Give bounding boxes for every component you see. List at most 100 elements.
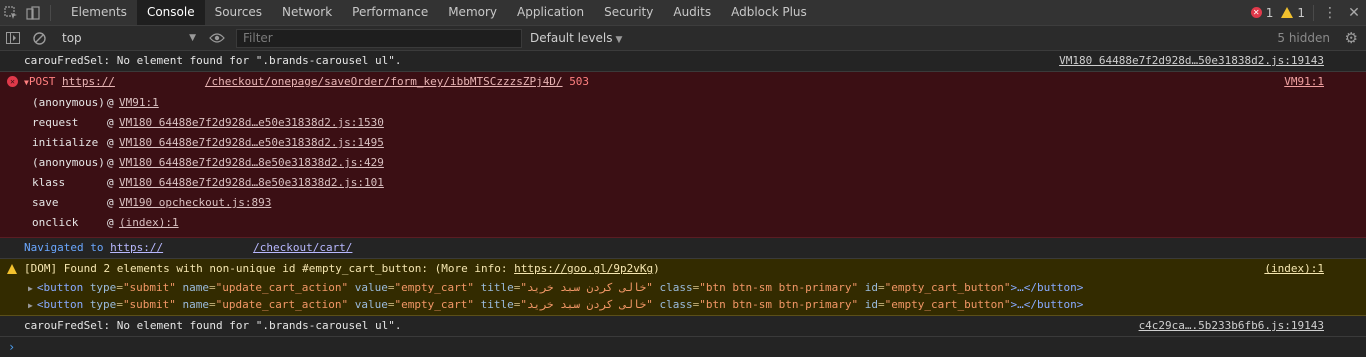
dropdown-caret-icon: ▼: [189, 33, 196, 43]
navigation-message: Navigated to https:// /checkout/cart/: [0, 238, 1366, 259]
attr-name: id: [864, 281, 879, 294]
attr-value: "empty_cart": [394, 298, 474, 311]
stack-frame: request @ VM180 64488e7f2d928d…e50e31838d2…: [0, 113, 1366, 133]
attr-value: "update_cart_action": [215, 281, 349, 294]
more-info-link[interactable]: https://goo.gl/9p2vKg: [514, 262, 653, 275]
tab-application[interactable]: Application: [507, 0, 594, 25]
attr-name: value: [354, 298, 388, 311]
warning-message: [DOM] Found 2 elements with non-unique i…: [0, 259, 1366, 279]
stack-frame: (anonymous) @ VM91:1: [0, 93, 1366, 113]
navigated-label: Navigated to: [24, 241, 104, 254]
eye-icon[interactable]: [204, 33, 230, 43]
log-levels-dropdown[interactable]: Default levels ▼: [530, 31, 622, 45]
gear-icon[interactable]: ⚙: [1345, 29, 1358, 47]
attr-name: id: [864, 298, 879, 311]
at-sign: @: [107, 96, 114, 109]
url-scheme: https://: [110, 241, 164, 254]
toolbar-divider: [1313, 4, 1314, 21]
stack-frame: (anonymous) @ VM180 64488e7f2d928d…8e50e31…: [0, 153, 1366, 173]
attr-name: name: [182, 298, 210, 311]
source-link[interactable]: c4c29ca….5b233b6fb6.js:19143: [1139, 316, 1324, 336]
frame-location[interactable]: VM180 64488e7f2d928d…8e50e31838d2.js:101: [119, 173, 384, 193]
device-toolbar-icon[interactable]: [22, 0, 44, 25]
at-sign: @: [107, 156, 114, 169]
frame-location[interactable]: VM180 64488e7f2d928d…8e50e31838d2.js:429: [119, 153, 384, 173]
dropdown-caret-icon: ▼: [615, 35, 623, 45]
tab-performance[interactable]: Performance: [342, 0, 438, 25]
log-message: carouFredSel: No element found for ".bra…: [0, 51, 1366, 72]
tab-memory[interactable]: Memory: [438, 0, 507, 25]
http-method: POST: [28, 75, 56, 88]
attr-value: "empty_cart_button": [884, 281, 1011, 294]
filter-input[interactable]: [236, 28, 522, 48]
warning-close-paren: ): [653, 262, 660, 275]
expand-triangle-icon[interactable]: ▶: [28, 284, 33, 293]
attr-value: "empty_cart_button": [884, 298, 1011, 311]
attr-value: "خالی کردن سبد خرید": [520, 298, 653, 311]
warning-icon: [1281, 7, 1294, 18]
prompt-chevron-icon: ›: [8, 340, 16, 354]
tab-sources[interactable]: Sources: [205, 0, 272, 25]
source-link[interactable]: VM180 64488e7f2d928d…50e31838d2.js:19143: [1059, 51, 1324, 71]
tab-elements[interactable]: Elements: [61, 0, 137, 25]
attr-name: class: [659, 298, 693, 311]
tab-security[interactable]: Security: [594, 0, 663, 25]
sidebar-toggle-icon[interactable]: [0, 32, 26, 44]
attr-name: title: [480, 281, 514, 294]
warning-counter[interactable]: 1: [1281, 6, 1305, 20]
attr-value: "خالی کردن سبد خرید": [520, 281, 653, 294]
frame-location[interactable]: VM180 64488e7f2d928d…e50e31838d2.js:1530: [119, 113, 384, 133]
dom-element-node[interactable]: ▶ <button type="submit" name="update_cart…: [0, 279, 1366, 296]
request-url[interactable]: https:// /checkout/onepage/saveOrder/form…: [62, 75, 563, 88]
frame-location[interactable]: (index):1: [119, 213, 179, 233]
attr-name: type: [89, 298, 117, 311]
close-icon[interactable]: ✕: [1342, 5, 1366, 21]
kebab-menu-icon[interactable]: ⋮: [1318, 5, 1342, 21]
tabbar-right: ✕ 1 1 ⋮ ✕: [1250, 0, 1366, 25]
hidden-count: 5 hidden: [1277, 31, 1330, 45]
warning-count: 1: [1297, 5, 1305, 20]
stack-frame: initialize @ VM180 64488e7f2d928d…e50e3183…: [0, 133, 1366, 153]
expand-triangle-icon[interactable]: ▶: [28, 301, 33, 310]
tab-network[interactable]: Network: [272, 0, 342, 25]
levels-label: Default levels: [530, 31, 613, 45]
http-status: 503: [569, 75, 590, 88]
frame-function: request: [32, 116, 79, 129]
tag-close: >…</button>: [1010, 281, 1084, 294]
warning-elements: ▶ <button type="submit" name="update_cart…: [0, 279, 1366, 316]
error-icon: ✕: [1250, 7, 1262, 18]
attr-value: "submit": [122, 281, 176, 294]
frame-location[interactable]: VM180 64488e7f2d928d…e50e31838d2.js:1495: [119, 133, 384, 153]
navigated-url[interactable]: https:// /checkout/cart/: [110, 241, 352, 254]
inspect-icon[interactable]: [0, 0, 22, 25]
context-selector[interactable]: top ▼: [56, 29, 200, 47]
at-sign: @: [107, 216, 114, 229]
source-link[interactable]: (index):1: [1264, 259, 1324, 279]
source-link[interactable]: VM91:1: [1284, 72, 1324, 92]
attr-value: "btn btn-sm btn-primary": [699, 298, 859, 311]
attr-value: "submit": [122, 298, 176, 311]
tag-close: >…</button>: [1010, 298, 1084, 311]
attr-name: type: [89, 281, 117, 294]
tab-console[interactable]: Console: [136, 0, 205, 25]
dom-element-node[interactable]: ▶ <button type="submit" name="update_cart…: [0, 296, 1366, 313]
tag-open: <button: [36, 298, 84, 311]
tab-adblock-plus[interactable]: Adblock Plus: [721, 0, 817, 25]
error-icon: ✕: [7, 76, 18, 87]
stack-frame: save @ VM190 opcheckout.js:893: [0, 193, 1366, 213]
attr-name: name: [182, 281, 210, 294]
tag-open: <button: [36, 281, 84, 294]
console-prompt[interactable]: ›: [0, 337, 1366, 355]
frame-location[interactable]: VM190 opcheckout.js:893: [119, 193, 271, 213]
error-counter[interactable]: ✕ 1: [1250, 5, 1274, 20]
error-count: 1: [1265, 5, 1274, 20]
at-sign: @: [107, 136, 114, 149]
warning-text: [DOM] Found 2 elements with non-unique i…: [24, 262, 515, 275]
clear-console-icon[interactable]: [26, 31, 52, 45]
frame-function: onclick: [32, 216, 79, 229]
tab-audits[interactable]: Audits: [663, 0, 721, 25]
context-value: top: [62, 31, 82, 45]
url-path: /checkout/cart/: [253, 241, 353, 254]
frame-location[interactable]: VM91:1: [119, 93, 159, 113]
stack-trace: (anonymous) @ VM91:1 request @ VM180 64488e7…: [0, 93, 1366, 238]
